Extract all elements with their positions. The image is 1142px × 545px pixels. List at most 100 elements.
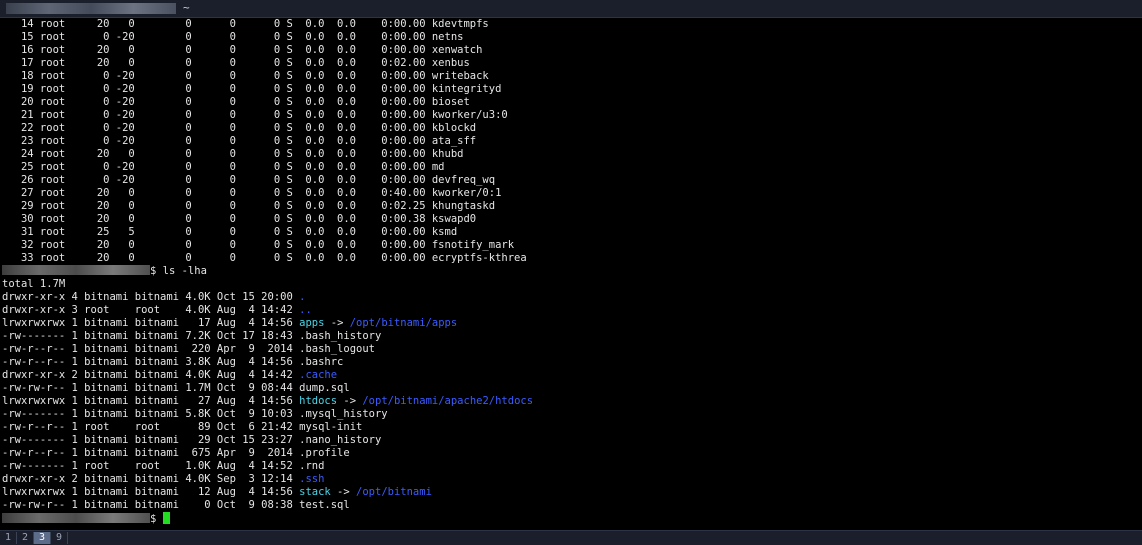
file-meta: -rw-r--r-- 1 root root 89 Oct 6 21:42 [2, 421, 300, 433]
window-title: ~ [183, 1, 190, 14]
ls-total: total 1.7M [2, 278, 66, 290]
file-list-row: drwxr-xr-x 4 bitnami bitnami 4.0K Oct 15… [2, 291, 1140, 304]
process-row-text: 17 root 20 0 0 0 0 S 0.0 0.0 0:02.00 xen… [2, 57, 470, 69]
process-row-text: 33 root 20 0 0 0 0 S 0.0 0.0 0:00.00 ecr… [2, 252, 527, 264]
file-name: .bash_logout [299, 343, 375, 355]
text-cursor [162, 512, 170, 524]
process-row-text: 23 root 0 -20 0 0 0 S 0.0 0.0 0:00.00 at… [2, 135, 477, 147]
file-name: .ssh [299, 473, 325, 485]
file-list-row: -rw-r--r-- 1 root root 89 Oct 6 21:42 my… [2, 421, 1140, 434]
file-name: apps [299, 317, 325, 329]
file-meta: drwxr-xr-x 3 root root 4.0K Aug 4 14:42 [2, 304, 300, 316]
process-row: 31 root 25 5 0 0 0 S 0.0 0.0 0:00.00 ksm… [2, 226, 1140, 239]
process-row-text: 14 root 20 0 0 0 0 S 0.0 0.0 0:00.00 kde… [2, 18, 489, 30]
process-row-text: 19 root 0 -20 0 0 0 S 0.0 0.0 0:00.00 ki… [2, 83, 502, 95]
file-name: .cache [299, 369, 338, 381]
process-row: 17 root 20 0 0 0 0 S 0.0 0.0 0:02.00 xen… [2, 57, 1140, 70]
redacted-user-host [2, 513, 150, 523]
file-meta: drwxr-xr-x 2 bitnami bitnami 4.0K Sep 3 … [2, 473, 300, 485]
file-meta: -rw-r--r-- 1 bitnami bitnami 675 Apr 9 2… [2, 447, 300, 459]
command-text: $ ls -lha [150, 265, 207, 277]
process-row: 15 root 0 -20 0 0 0 S 0.0 0.0 0:00.00 ne… [2, 31, 1140, 44]
file-name: .nano_history [299, 434, 382, 446]
screen-window-bar: 1239 [0, 530, 1142, 545]
file-meta: -rw-r--r-- 1 bitnami bitnami 3.8K Aug 4 … [2, 356, 300, 368]
process-row: 32 root 20 0 0 0 0 S 0.0 0.0 0:00.00 fsn… [2, 239, 1140, 252]
redacted-hostname [6, 3, 176, 14]
window-tab-9[interactable]: 9 [51, 532, 68, 544]
file-meta: -rw------- 1 bitnami bitnami 7.2K Oct 17… [2, 330, 300, 342]
process-row: 23 root 0 -20 0 0 0 S 0.0 0.0 0:00.00 at… [2, 135, 1140, 148]
file-name: . [299, 291, 306, 303]
file-name: test.sql [299, 499, 350, 511]
process-row-text: 27 root 20 0 0 0 0 S 0.0 0.0 0:40.00 kwo… [2, 187, 502, 199]
process-row-text: 24 root 20 0 0 0 0 S 0.0 0.0 0:00.00 khu… [2, 148, 464, 160]
window-tab-2[interactable]: 2 [17, 532, 34, 544]
symlink-arrow: -> [324, 317, 350, 329]
window-tab-1[interactable]: 1 [0, 532, 17, 544]
file-meta: lrwxrwxrwx 1 bitnami bitnami 17 Aug 4 14… [2, 317, 300, 329]
process-row: 26 root 0 -20 0 0 0 S 0.0 0.0 0:00.00 de… [2, 174, 1140, 187]
symlink-target: /opt/bitnami/apps [349, 317, 458, 329]
file-list-row: -rw-r--r-- 1 bitnami bitnami 3.8K Aug 4 … [2, 356, 1140, 369]
process-row-text: 25 root 0 -20 0 0 0 S 0.0 0.0 0:00.00 md [2, 161, 445, 173]
process-row: 27 root 20 0 0 0 0 S 0.0 0.0 0:40.00 kwo… [2, 187, 1140, 200]
file-meta: -rw------- 1 bitnami bitnami 5.8K Oct 9 … [2, 408, 300, 420]
prompt-symbol: $ [150, 513, 163, 525]
process-row: 16 root 20 0 0 0 0 S 0.0 0.0 0:00.00 xen… [2, 44, 1140, 57]
file-name: stack [299, 486, 331, 498]
process-row: 24 root 20 0 0 0 0 S 0.0 0.0 0:00.00 khu… [2, 148, 1140, 161]
file-list-row: lrwxrwxrwx 1 bitnami bitnami 12 Aug 4 14… [2, 486, 1140, 499]
symlink-target: /opt/bitnami [356, 486, 432, 498]
file-list-row: -rw------- 1 bitnami bitnami 29 Oct 15 2… [2, 434, 1140, 447]
process-row-text: 18 root 0 -20 0 0 0 S 0.0 0.0 0:00.00 wr… [2, 70, 489, 82]
process-row: 18 root 0 -20 0 0 0 S 0.0 0.0 0:00.00 wr… [2, 70, 1140, 83]
process-row: 14 root 20 0 0 0 0 S 0.0 0.0 0:00.00 kde… [2, 18, 1140, 31]
file-name: dump.sql [299, 382, 350, 394]
process-row-text: 20 root 0 -20 0 0 0 S 0.0 0.0 0:00.00 bi… [2, 96, 470, 108]
file-meta: drwxr-xr-x 2 bitnami bitnami 4.0K Aug 4 … [2, 369, 300, 381]
process-row: 25 root 0 -20 0 0 0 S 0.0 0.0 0:00.00 md [2, 161, 1140, 174]
file-list-row: -rw-rw-r-- 1 bitnami bitnami 1.7M Oct 9 … [2, 382, 1140, 395]
window-titlebar: ~ [0, 0, 1142, 18]
file-meta: -rw------- 1 root root 1.0K Aug 4 14:52 [2, 460, 300, 472]
process-row: 29 root 20 0 0 0 0 S 0.0 0.0 0:02.25 khu… [2, 200, 1140, 213]
file-name: .bashrc [299, 356, 344, 368]
symlink-arrow: -> [330, 486, 357, 498]
process-row-text: 30 root 20 0 0 0 0 S 0.0 0.0 0:00.38 ksw… [2, 213, 477, 225]
file-list-row: -rw-r--r-- 1 bitnami bitnami 675 Apr 9 2… [2, 447, 1140, 460]
process-row-text: 32 root 20 0 0 0 0 S 0.0 0.0 0:00.00 fsn… [2, 239, 515, 251]
process-row-text: 31 root 25 5 0 0 0 S 0.0 0.0 0:00.00 ksm… [2, 226, 458, 238]
file-meta: drwxr-xr-x 4 bitnami bitnami 4.0K Oct 15… [2, 291, 300, 303]
file-meta: lrwxrwxrwx 1 bitnami bitnami 27 Aug 4 14… [2, 395, 300, 407]
file-meta: lrwxrwxrwx 1 bitnami bitnami 12 Aug 4 14… [2, 486, 300, 498]
redacted-user-host [2, 265, 150, 275]
file-list-row: drwxr-xr-x 2 bitnami bitnami 4.0K Aug 4 … [2, 369, 1140, 382]
file-meta: -rw-rw-r-- 1 bitnami bitnami 0 Oct 9 08:… [2, 499, 300, 511]
process-row: 19 root 0 -20 0 0 0 S 0.0 0.0 0:00.00 ki… [2, 83, 1140, 96]
file-list-row: drwxr-xr-x 3 root root 4.0K Aug 4 14:42 … [2, 304, 1140, 317]
file-list-row: -rw-rw-r-- 1 bitnami bitnami 0 Oct 9 08:… [2, 499, 1140, 512]
process-row: 20 root 0 -20 0 0 0 S 0.0 0.0 0:00.00 bi… [2, 96, 1140, 109]
shell-prompt-line: $ [2, 512, 1140, 525]
shell-prompt-line: $ ls -lha [2, 265, 1140, 278]
terminal-output[interactable]: 14 root 20 0 0 0 0 S 0.0 0.0 0:00.00 kde… [2, 18, 1140, 528]
window-tab-3[interactable]: 3 [34, 532, 51, 544]
file-name: .rnd [299, 460, 325, 472]
process-row-text: 22 root 0 -20 0 0 0 S 0.0 0.0 0:00.00 kb… [2, 122, 477, 134]
file-name: .mysql_history [299, 408, 388, 420]
file-list-row: lrwxrwxrwx 1 bitnami bitnami 27 Aug 4 14… [2, 395, 1140, 408]
file-list-row: -rw------- 1 bitnami bitnami 5.8K Oct 9 … [2, 408, 1140, 421]
file-name: .bash_history [299, 330, 382, 342]
process-row: 22 root 0 -20 0 0 0 S 0.0 0.0 0:00.00 kb… [2, 122, 1140, 135]
file-meta: -rw-r--r-- 1 bitnami bitnami 220 Apr 9 2… [2, 343, 300, 355]
file-name: htdocs [299, 395, 338, 407]
file-list-row: -rw-r--r-- 1 bitnami bitnami 220 Apr 9 2… [2, 343, 1140, 356]
process-row: 30 root 20 0 0 0 0 S 0.0 0.0 0:00.38 ksw… [2, 213, 1140, 226]
file-name: mysql-init [299, 421, 363, 433]
file-meta: -rw-rw-r-- 1 bitnami bitnami 1.7M Oct 9 … [2, 382, 300, 394]
file-list-row: lrwxrwxrwx 1 bitnami bitnami 17 Aug 4 14… [2, 317, 1140, 330]
file-name: .profile [299, 447, 350, 459]
process-row-text: 16 root 20 0 0 0 0 S 0.0 0.0 0:00.00 xen… [2, 44, 483, 56]
symlink-arrow: -> [337, 395, 363, 407]
